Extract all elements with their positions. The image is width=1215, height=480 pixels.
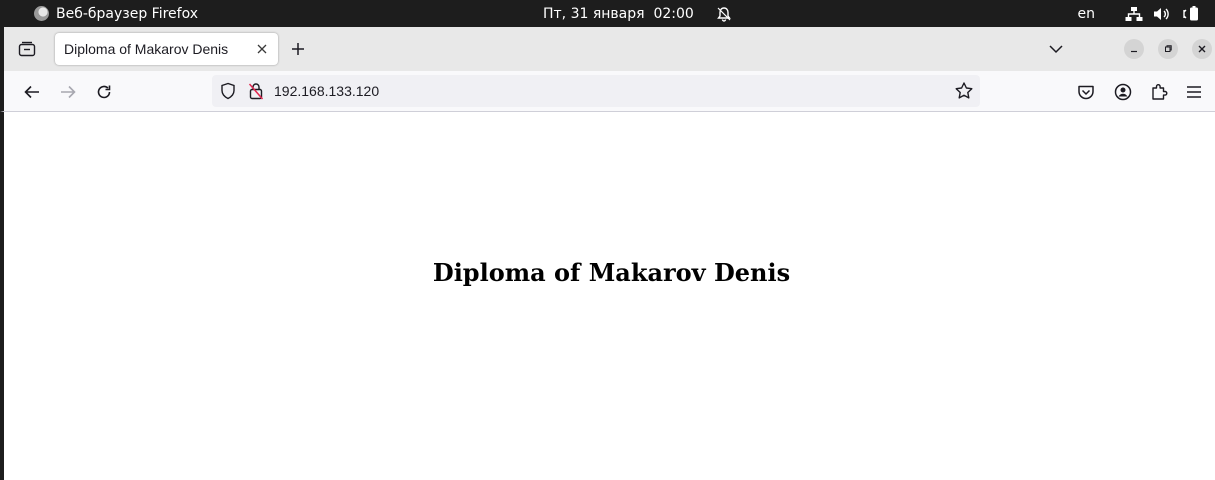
account-button[interactable] — [1111, 80, 1135, 104]
reload-button[interactable] — [92, 80, 116, 104]
activities-app-menu[interactable]: Веб-браузер Firefox — [34, 0, 198, 27]
tab-close-button[interactable] — [250, 37, 274, 61]
pocket-button[interactable] — [1074, 80, 1098, 104]
tab-strip: Diploma of Makarov Denis — [0, 27, 1215, 71]
minimize-icon — [1131, 50, 1137, 53]
restore-icon — [1165, 45, 1172, 52]
tracking-protection-button[interactable] — [220, 82, 236, 105]
site-security-button[interactable] — [248, 82, 264, 105]
puzzle-piece-icon — [1152, 84, 1168, 100]
close-window-button[interactable] — [1192, 39, 1212, 59]
network-wired-icon[interactable] — [1125, 6, 1143, 22]
firefox-icon — [34, 6, 49, 21]
tab-diploma[interactable]: Diploma of Makarov Denis — [55, 33, 278, 65]
hamburger-menu-icon — [1187, 86, 1201, 98]
chevron-down-icon — [1049, 45, 1063, 54]
application-menu-button[interactable] — [1182, 80, 1206, 104]
system-top-panel: Веб-браузер Firefox Пт, 31 января 02:00 … — [0, 0, 1215, 27]
keyboard-language-indicator[interactable]: en — [1078, 6, 1096, 22]
star-icon — [955, 82, 973, 99]
page-content: Diploma of Makarov Denis — [0, 112, 1215, 480]
url-text[interactable]: 192.168.133.120 — [274, 75, 379, 107]
arrow-right-icon — [61, 85, 76, 99]
shield-icon — [221, 82, 235, 100]
back-button[interactable] — [20, 80, 44, 104]
forward-button[interactable] — [56, 80, 80, 104]
minimize-button[interactable] — [1124, 39, 1144, 59]
extensions-button[interactable] — [1147, 80, 1171, 104]
close-icon — [257, 44, 267, 54]
list-all-tabs-button[interactable] — [1045, 38, 1067, 60]
app-name: Веб-браузер Firefox — [56, 5, 199, 22]
firefox-view-button[interactable] — [16, 38, 38, 60]
restore-button[interactable] — [1158, 39, 1178, 59]
page-heading: Diploma of Makarov Denis — [432, 258, 791, 287]
alarm-bell-icon — [716, 6, 731, 22]
new-tab-button[interactable] — [287, 38, 309, 60]
firefox-view-icon — [18, 41, 36, 57]
bookmark-page-button[interactable] — [954, 81, 974, 106]
tab-title: Diploma of Makarov Denis — [64, 41, 229, 57]
address-bar[interactable]: 192.168.133.120 — [212, 75, 980, 107]
plus-icon — [292, 43, 304, 55]
close-icon — [1198, 45, 1206, 53]
arrow-left-icon — [24, 85, 39, 99]
insecure-lock-icon — [248, 83, 264, 100]
volume-icon[interactable] — [1153, 6, 1171, 22]
reload-icon — [97, 85, 111, 99]
system-tray: en — [1078, 0, 1202, 27]
pocket-icon — [1078, 85, 1094, 100]
power-battery-icon[interactable] — [1181, 5, 1201, 22]
account-icon — [1114, 83, 1132, 101]
datetime-label: Пт, 31 января 02:00 — [543, 5, 694, 22]
clock-menu[interactable]: Пт, 31 января 02:00 — [543, 0, 732, 27]
navigation-toolbar: 192.168.133.120 — [0, 71, 1215, 112]
